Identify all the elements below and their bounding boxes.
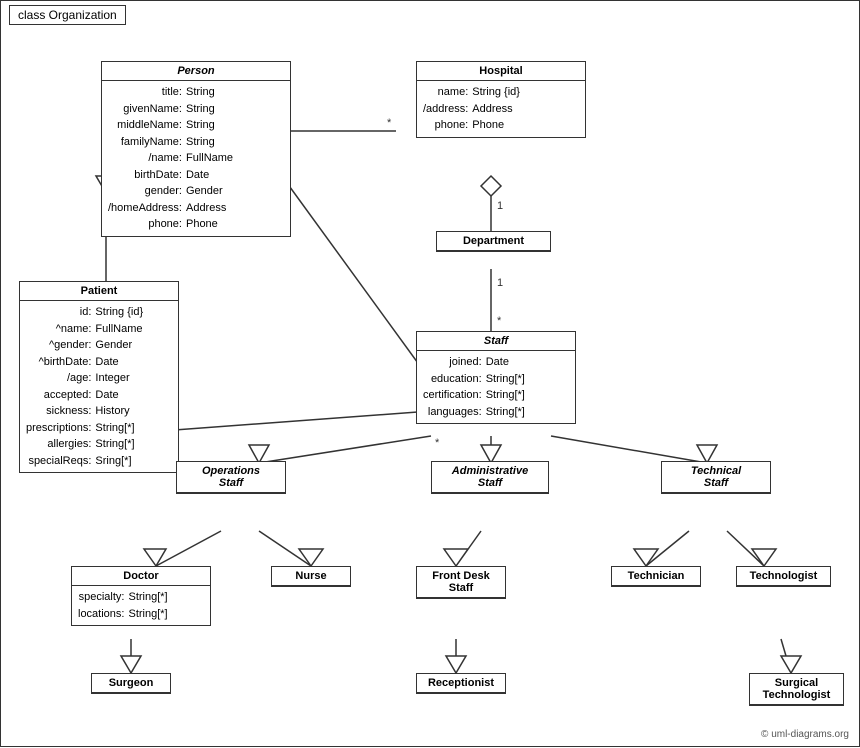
administrative-staff-class: AdministrativeStaff — [431, 461, 549, 494]
operations-staff-class: OperationsStaff — [176, 461, 286, 494]
svg-text:1: 1 — [497, 277, 503, 289]
patient-class: Patient id:String {id} ^name:FullName ^g… — [19, 281, 179, 473]
doctor-header: Doctor — [72, 567, 210, 586]
copyright: © uml-diagrams.org — [761, 729, 849, 740]
hospital-class-header: Hospital — [417, 62, 585, 81]
diagram-title: class Organization — [9, 5, 126, 25]
technician-header: Technician — [612, 567, 700, 586]
front-desk-staff-class: Front DeskStaff — [416, 566, 506, 599]
department-class-header: Department — [437, 232, 550, 251]
svg-text:*: * — [435, 437, 440, 449]
hospital-class: Hospital name:String {id} /address:Addre… — [416, 61, 586, 138]
department-class: Department — [436, 231, 551, 252]
patient-class-body: id:String {id} ^name:FullName ^gender:Ge… — [20, 301, 178, 472]
svg-text:1: 1 — [497, 200, 503, 212]
technician-class: Technician — [611, 566, 701, 587]
surgical-technologist-header: SurgicalTechnologist — [750, 674, 843, 705]
technologist-header: Technologist — [737, 567, 830, 586]
receptionist-header: Receptionist — [417, 674, 505, 693]
person-class-body: title:String givenName:String middleName… — [102, 81, 290, 236]
patient-class-header: Patient — [20, 282, 178, 301]
nurse-header: Nurse — [272, 567, 350, 586]
front-desk-staff-header: Front DeskStaff — [417, 567, 505, 598]
doctor-class: Doctor specialty:String[*] locations:Str… — [71, 566, 211, 626]
surgeon-class: Surgeon — [91, 673, 171, 694]
doctor-body: specialty:String[*] locations:String[*] — [72, 586, 210, 625]
administrative-staff-header: AdministrativeStaff — [432, 462, 548, 493]
svg-text:*: * — [387, 117, 392, 129]
person-class: Person title:String givenName:String mid… — [101, 61, 291, 237]
person-class-header: Person — [102, 62, 290, 81]
staff-class: Staff joined:Date education:String[*] ce… — [416, 331, 576, 424]
surgeon-header: Surgeon — [92, 674, 170, 693]
staff-class-header: Staff — [417, 332, 575, 351]
hospital-class-body: name:String {id} /address:Address phone:… — [417, 81, 585, 137]
diagram: class Organization * * 1 * 1 * * * — [0, 0, 860, 747]
svg-text:*: * — [497, 315, 502, 327]
technologist-class: Technologist — [736, 566, 831, 587]
receptionist-class: Receptionist — [416, 673, 506, 694]
nurse-class: Nurse — [271, 566, 351, 587]
surgical-technologist-class: SurgicalTechnologist — [749, 673, 844, 706]
staff-class-body: joined:Date education:String[*] certific… — [417, 351, 575, 423]
technical-staff-header: TechnicalStaff — [662, 462, 770, 493]
technical-staff-class: TechnicalStaff — [661, 461, 771, 494]
operations-staff-header: OperationsStaff — [177, 462, 285, 493]
